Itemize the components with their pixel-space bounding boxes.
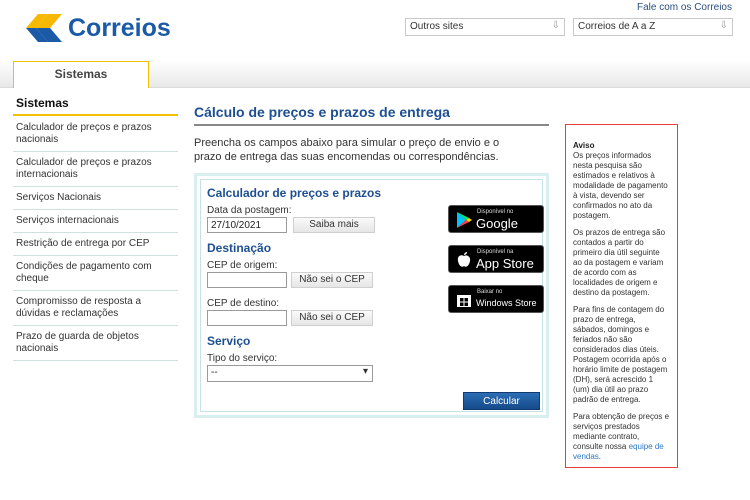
apple-icon	[457, 252, 471, 267]
outros-sites-select[interactable]: Outros sites ⇩	[405, 18, 565, 36]
destinacao-title: Destinação	[207, 241, 272, 255]
arrow-down-icon: ⇩	[551, 20, 560, 31]
sidebar-item-servicos-internacionais[interactable]: Serviços internacionais	[13, 210, 178, 233]
nao-sei-cep-destino-button[interactable]: Não sei o CEP	[291, 310, 373, 326]
sidebar-item-restricao-cep[interactable]: Restrição de entrega por CEP	[13, 233, 178, 256]
cep-origem-input[interactable]	[207, 272, 287, 288]
calcular-button[interactable]: Calcular	[463, 392, 540, 410]
sidebar-item-compromisso-resposta[interactable]: Compromisso de resposta a dúvidas e recl…	[13, 291, 178, 326]
sidebar: Sistemas Calculador de preços e prazos n…	[13, 94, 178, 361]
aviso-paragraph-4: Para obtenção de preços e serviços prest…	[573, 412, 670, 462]
correios-a-z-select[interactable]: Correios de A a Z ⇩	[573, 18, 733, 36]
aviso-p4-end: .	[598, 452, 602, 461]
date-label: Data da postagem:	[207, 205, 292, 216]
windows-store-badge[interactable]: Baixar no Windows Store	[448, 285, 544, 313]
calculator-title: Calculador de preços e prazos	[207, 186, 382, 200]
windows-store-small: Baixar no	[477, 289, 503, 295]
app-store-small: Disponível na	[477, 249, 514, 255]
google-play-big: Google play	[476, 216, 518, 246]
saiba-mais-button[interactable]: Saiba mais	[293, 217, 375, 233]
main-content: Cálculo de preços e prazos de entrega Pr…	[194, 104, 554, 164]
app-store-big: App Store	[476, 256, 534, 271]
google-play-small: Disponível no	[477, 209, 514, 215]
sidebar-title: Sistemas	[13, 94, 178, 116]
google-play-icon	[457, 212, 472, 228]
fale-conosco-link[interactable]: Fale com os Correios	[637, 2, 732, 13]
tipo-servico-value: --	[211, 367, 218, 378]
windows-store-big: Windows Store	[476, 298, 537, 308]
calculator-inner: Calculador de preços e prazos Data da po…	[200, 179, 544, 412]
app-store-badge[interactable]: Disponível na App Store	[448, 245, 544, 273]
sidebar-item-calculador-nacional[interactable]: Calculador de preços e prazos nacionais	[13, 116, 178, 152]
cep-origem-label: CEP de origem:	[207, 260, 278, 271]
sidebar-item-calculador-internacional[interactable]: Calculador de preços e prazos internacio…	[13, 152, 178, 187]
aviso-paragraph-2: Os prazos de entrega são contados a part…	[573, 228, 666, 297]
aviso-paragraph-1: Os preços informados nesta pesquisa são …	[573, 151, 668, 220]
servico-title: Serviço	[207, 334, 251, 348]
brand-name: Correios	[68, 13, 171, 42]
cep-destino-input[interactable]	[207, 310, 287, 326]
tipo-servico-select[interactable]: -- ▾	[207, 365, 373, 382]
calculator-box: Calculador de preços e prazos Data da po…	[194, 173, 549, 418]
intro-text: Preencha os campos abaixo para simular o…	[194, 137, 500, 163]
aviso-box: Aviso Os preços informados nesta pesquis…	[565, 124, 678, 468]
nao-sei-cep-origem-button[interactable]: Não sei o CEP	[291, 272, 373, 288]
correios-logo-icon	[26, 14, 62, 42]
correios-a-z-value: Correios de A a Z	[578, 21, 656, 32]
arrow-down-icon: ⇩	[719, 20, 728, 31]
sidebar-item-pagamento-cheque[interactable]: Condições de pagamento com cheque	[13, 256, 178, 291]
sidebar-item-prazo-guarda[interactable]: Prazo de guarda de objetos nacionais	[13, 326, 178, 361]
chevron-down-icon: ▾	[362, 366, 368, 377]
tab-sistemas[interactable]: Sistemas	[13, 61, 149, 88]
sidebar-list: Calculador de preços e prazos nacionais …	[13, 116, 178, 361]
correios-logo[interactable]: Correios	[24, 12, 171, 44]
tipo-servico-label: Tipo do serviço:	[207, 353, 278, 364]
date-input[interactable]	[207, 217, 287, 233]
cep-destino-label: CEP de destino:	[207, 298, 280, 309]
aviso-paragraph-3: Para fins de contagem do prazo de entreg…	[573, 305, 668, 404]
windows-store-icon	[457, 295, 471, 307]
header: Correios Fale com os Correios Outros sit…	[0, 0, 750, 60]
sidebar-item-servicos-nacionais[interactable]: Serviços Nacionais	[13, 187, 178, 210]
google-play-badge[interactable]: Disponível no Google play	[448, 205, 544, 246]
aviso-title: Aviso	[573, 141, 595, 150]
outros-sites-value: Outros sites	[410, 21, 464, 32]
page-title: Cálculo de preços e prazos de entrega	[194, 104, 549, 126]
